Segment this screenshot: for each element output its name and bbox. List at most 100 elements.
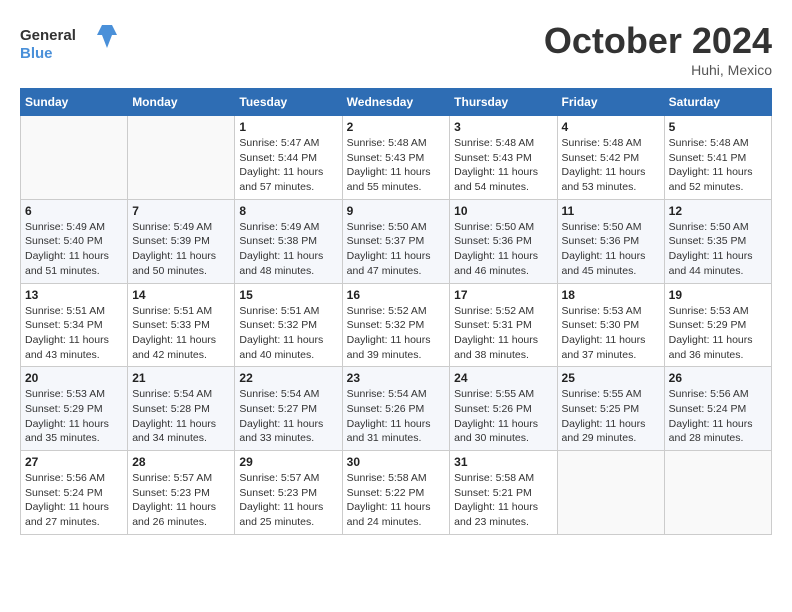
day-info: Sunrise: 5:48 AM Sunset: 5:42 PM Dayligh… [562, 136, 660, 195]
calendar-cell: 23 Sunrise: 5:54 AM Sunset: 5:26 PM Dayli… [342, 367, 450, 451]
logo-svg: General Blue [20, 20, 120, 65]
calendar-cell: 26 Sunrise: 5:56 AM Sunset: 5:24 PM Dayli… [664, 367, 771, 451]
day-info: Sunrise: 5:54 AM Sunset: 5:26 PM Dayligh… [347, 387, 446, 446]
day-info: Sunrise: 5:48 AM Sunset: 5:43 PM Dayligh… [454, 136, 552, 195]
calendar-table: Sunday Monday Tuesday Wednesday Thursday… [20, 88, 772, 535]
day-number: 1 [239, 120, 337, 134]
day-info: Sunrise: 5:50 AM Sunset: 5:36 PM Dayligh… [562, 220, 660, 279]
day-info: Sunrise: 5:52 AM Sunset: 5:32 PM Dayligh… [347, 304, 446, 363]
header-saturday: Saturday [664, 89, 771, 116]
calendar-cell: 21Sunrise: 5:54 AM Sunset: 5:28 PM Dayli… [128, 367, 235, 451]
calendar-cell: 29 Sunrise: 5:57 AM Sunset: 5:23 PM Dayli… [235, 451, 342, 535]
day-number: 27 [25, 455, 123, 469]
day-info: Sunrise: 5:48 AM Sunset: 5:43 PM Dayligh… [347, 136, 446, 195]
calendar-cell: 12Sunrise: 5:50 AM Sunset: 5:35 PM Dayli… [664, 199, 771, 283]
day-number: 18 [562, 288, 660, 302]
day-number: 5 [669, 120, 767, 134]
calendar-cell: 10Sunrise: 5:50 AM Sunset: 5:36 PM Dayli… [450, 199, 557, 283]
calendar-cell: 3Sunrise: 5:48 AM Sunset: 5:43 PM Daylig… [450, 116, 557, 200]
week-row-5: 27 Sunrise: 5:56 AM Sunset: 5:24 PM Dayli… [21, 451, 772, 535]
day-number: 26 [669, 371, 767, 385]
header: General Blue October 2024 Huhi, Mexico [20, 20, 772, 78]
calendar-cell: 11 Sunrise: 5:50 AM Sunset: 5:36 PM Dayli… [557, 199, 664, 283]
day-number: 23 [347, 371, 446, 385]
day-number: 24 [454, 371, 552, 385]
week-row-4: 20 Sunrise: 5:53 AM Sunset: 5:29 PM Dayli… [21, 367, 772, 451]
calendar-cell: 6Sunrise: 5:49 AM Sunset: 5:40 PM Daylig… [21, 199, 128, 283]
day-number: 19 [669, 288, 767, 302]
weekday-header-row: Sunday Monday Tuesday Wednesday Thursday… [21, 89, 772, 116]
day-info: Sunrise: 5:48 AM Sunset: 5:41 PM Dayligh… [669, 136, 767, 195]
header-friday: Friday [557, 89, 664, 116]
calendar-cell: 7 Sunrise: 5:49 AM Sunset: 5:39 PM Daylig… [128, 199, 235, 283]
calendar-cell: 14 Sunrise: 5:51 AM Sunset: 5:33 PM Dayli… [128, 283, 235, 367]
day-number: 28 [132, 455, 230, 469]
day-number: 30 [347, 455, 446, 469]
calendar-cell: 17Sunrise: 5:52 AM Sunset: 5:31 PM Dayli… [450, 283, 557, 367]
calendar-cell: 24Sunrise: 5:55 AM Sunset: 5:26 PM Dayli… [450, 367, 557, 451]
calendar-cell: 19 Sunrise: 5:53 AM Sunset: 5:29 PM Dayli… [664, 283, 771, 367]
day-number: 13 [25, 288, 123, 302]
day-info: Sunrise: 5:53 AM Sunset: 5:30 PM Dayligh… [562, 304, 660, 363]
day-info: Sunrise: 5:54 AM Sunset: 5:28 PM Dayligh… [132, 387, 230, 446]
day-number: 20 [25, 371, 123, 385]
day-info: Sunrise: 5:47 AM Sunset: 5:44 PM Dayligh… [239, 136, 337, 195]
week-row-1: 1 Sunrise: 5:47 AM Sunset: 5:44 PM Daylig… [21, 116, 772, 200]
calendar-cell [21, 116, 128, 200]
day-info: Sunrise: 5:57 AM Sunset: 5:23 PM Dayligh… [132, 471, 230, 530]
day-number: 4 [562, 120, 660, 134]
day-info: Sunrise: 5:58 AM Sunset: 5:22 PM Dayligh… [347, 471, 446, 530]
calendar-cell: 28 Sunrise: 5:57 AM Sunset: 5:23 PM Dayli… [128, 451, 235, 535]
calendar-cell: 13Sunrise: 5:51 AM Sunset: 5:34 PM Dayli… [21, 283, 128, 367]
day-number: 16 [347, 288, 446, 302]
day-info: Sunrise: 5:56 AM Sunset: 5:24 PM Dayligh… [669, 387, 767, 446]
day-info: Sunrise: 5:56 AM Sunset: 5:24 PM Dayligh… [25, 471, 123, 530]
location: Huhi, Mexico [544, 62, 772, 78]
day-number: 31 [454, 455, 552, 469]
day-number: 10 [454, 204, 552, 218]
day-number: 7 [132, 204, 230, 218]
header-wednesday: Wednesday [342, 89, 450, 116]
day-info: Sunrise: 5:53 AM Sunset: 5:29 PM Dayligh… [669, 304, 767, 363]
header-monday: Monday [128, 89, 235, 116]
day-number: 2 [347, 120, 446, 134]
day-number: 14 [132, 288, 230, 302]
calendar-cell: 31 Sunrise: 5:58 AM Sunset: 5:21 PM Dayli… [450, 451, 557, 535]
day-info: Sunrise: 5:51 AM Sunset: 5:33 PM Dayligh… [132, 304, 230, 363]
calendar-cell: 9 Sunrise: 5:50 AM Sunset: 5:37 PM Daylig… [342, 199, 450, 283]
day-number: 15 [239, 288, 337, 302]
svg-text:General: General [20, 27, 76, 44]
calendar-cell [557, 451, 664, 535]
day-info: Sunrise: 5:57 AM Sunset: 5:23 PM Dayligh… [239, 471, 337, 530]
day-number: 9 [347, 204, 446, 218]
day-number: 29 [239, 455, 337, 469]
week-row-2: 6Sunrise: 5:49 AM Sunset: 5:40 PM Daylig… [21, 199, 772, 283]
day-info: Sunrise: 5:49 AM Sunset: 5:39 PM Dayligh… [132, 220, 230, 279]
day-number: 6 [25, 204, 123, 218]
day-number: 25 [562, 371, 660, 385]
calendar-cell: 1 Sunrise: 5:47 AM Sunset: 5:44 PM Daylig… [235, 116, 342, 200]
day-info: Sunrise: 5:53 AM Sunset: 5:29 PM Dayligh… [25, 387, 123, 446]
calendar-cell: 15 Sunrise: 5:51 AM Sunset: 5:32 PM Dayli… [235, 283, 342, 367]
calendar-cell: 27 Sunrise: 5:56 AM Sunset: 5:24 PM Dayli… [21, 451, 128, 535]
calendar-cell: 2 Sunrise: 5:48 AM Sunset: 5:43 PM Daylig… [342, 116, 450, 200]
calendar-cell [664, 451, 771, 535]
header-tuesday: Tuesday [235, 89, 342, 116]
svg-text:Blue: Blue [20, 45, 53, 62]
day-info: Sunrise: 5:52 AM Sunset: 5:31 PM Dayligh… [454, 304, 552, 363]
calendar-cell: 18 Sunrise: 5:53 AM Sunset: 5:30 PM Dayli… [557, 283, 664, 367]
day-info: Sunrise: 5:50 AM Sunset: 5:37 PM Dayligh… [347, 220, 446, 279]
day-info: Sunrise: 5:55 AM Sunset: 5:25 PM Dayligh… [562, 387, 660, 446]
day-number: 11 [562, 204, 660, 218]
title-area: October 2024 Huhi, Mexico [544, 20, 772, 78]
calendar-cell: 5 Sunrise: 5:48 AM Sunset: 5:41 PM Daylig… [664, 116, 771, 200]
calendar-cell: 16 Sunrise: 5:52 AM Sunset: 5:32 PM Dayli… [342, 283, 450, 367]
calendar-cell: 8Sunrise: 5:49 AM Sunset: 5:38 PM Daylig… [235, 199, 342, 283]
month-title: October 2024 [544, 20, 772, 62]
day-info: Sunrise: 5:51 AM Sunset: 5:32 PM Dayligh… [239, 304, 337, 363]
day-info: Sunrise: 5:49 AM Sunset: 5:38 PM Dayligh… [239, 220, 337, 279]
calendar-cell [128, 116, 235, 200]
day-info: Sunrise: 5:50 AM Sunset: 5:35 PM Dayligh… [669, 220, 767, 279]
day-info: Sunrise: 5:58 AM Sunset: 5:21 PM Dayligh… [454, 471, 552, 530]
calendar-cell: 4 Sunrise: 5:48 AM Sunset: 5:42 PM Daylig… [557, 116, 664, 200]
